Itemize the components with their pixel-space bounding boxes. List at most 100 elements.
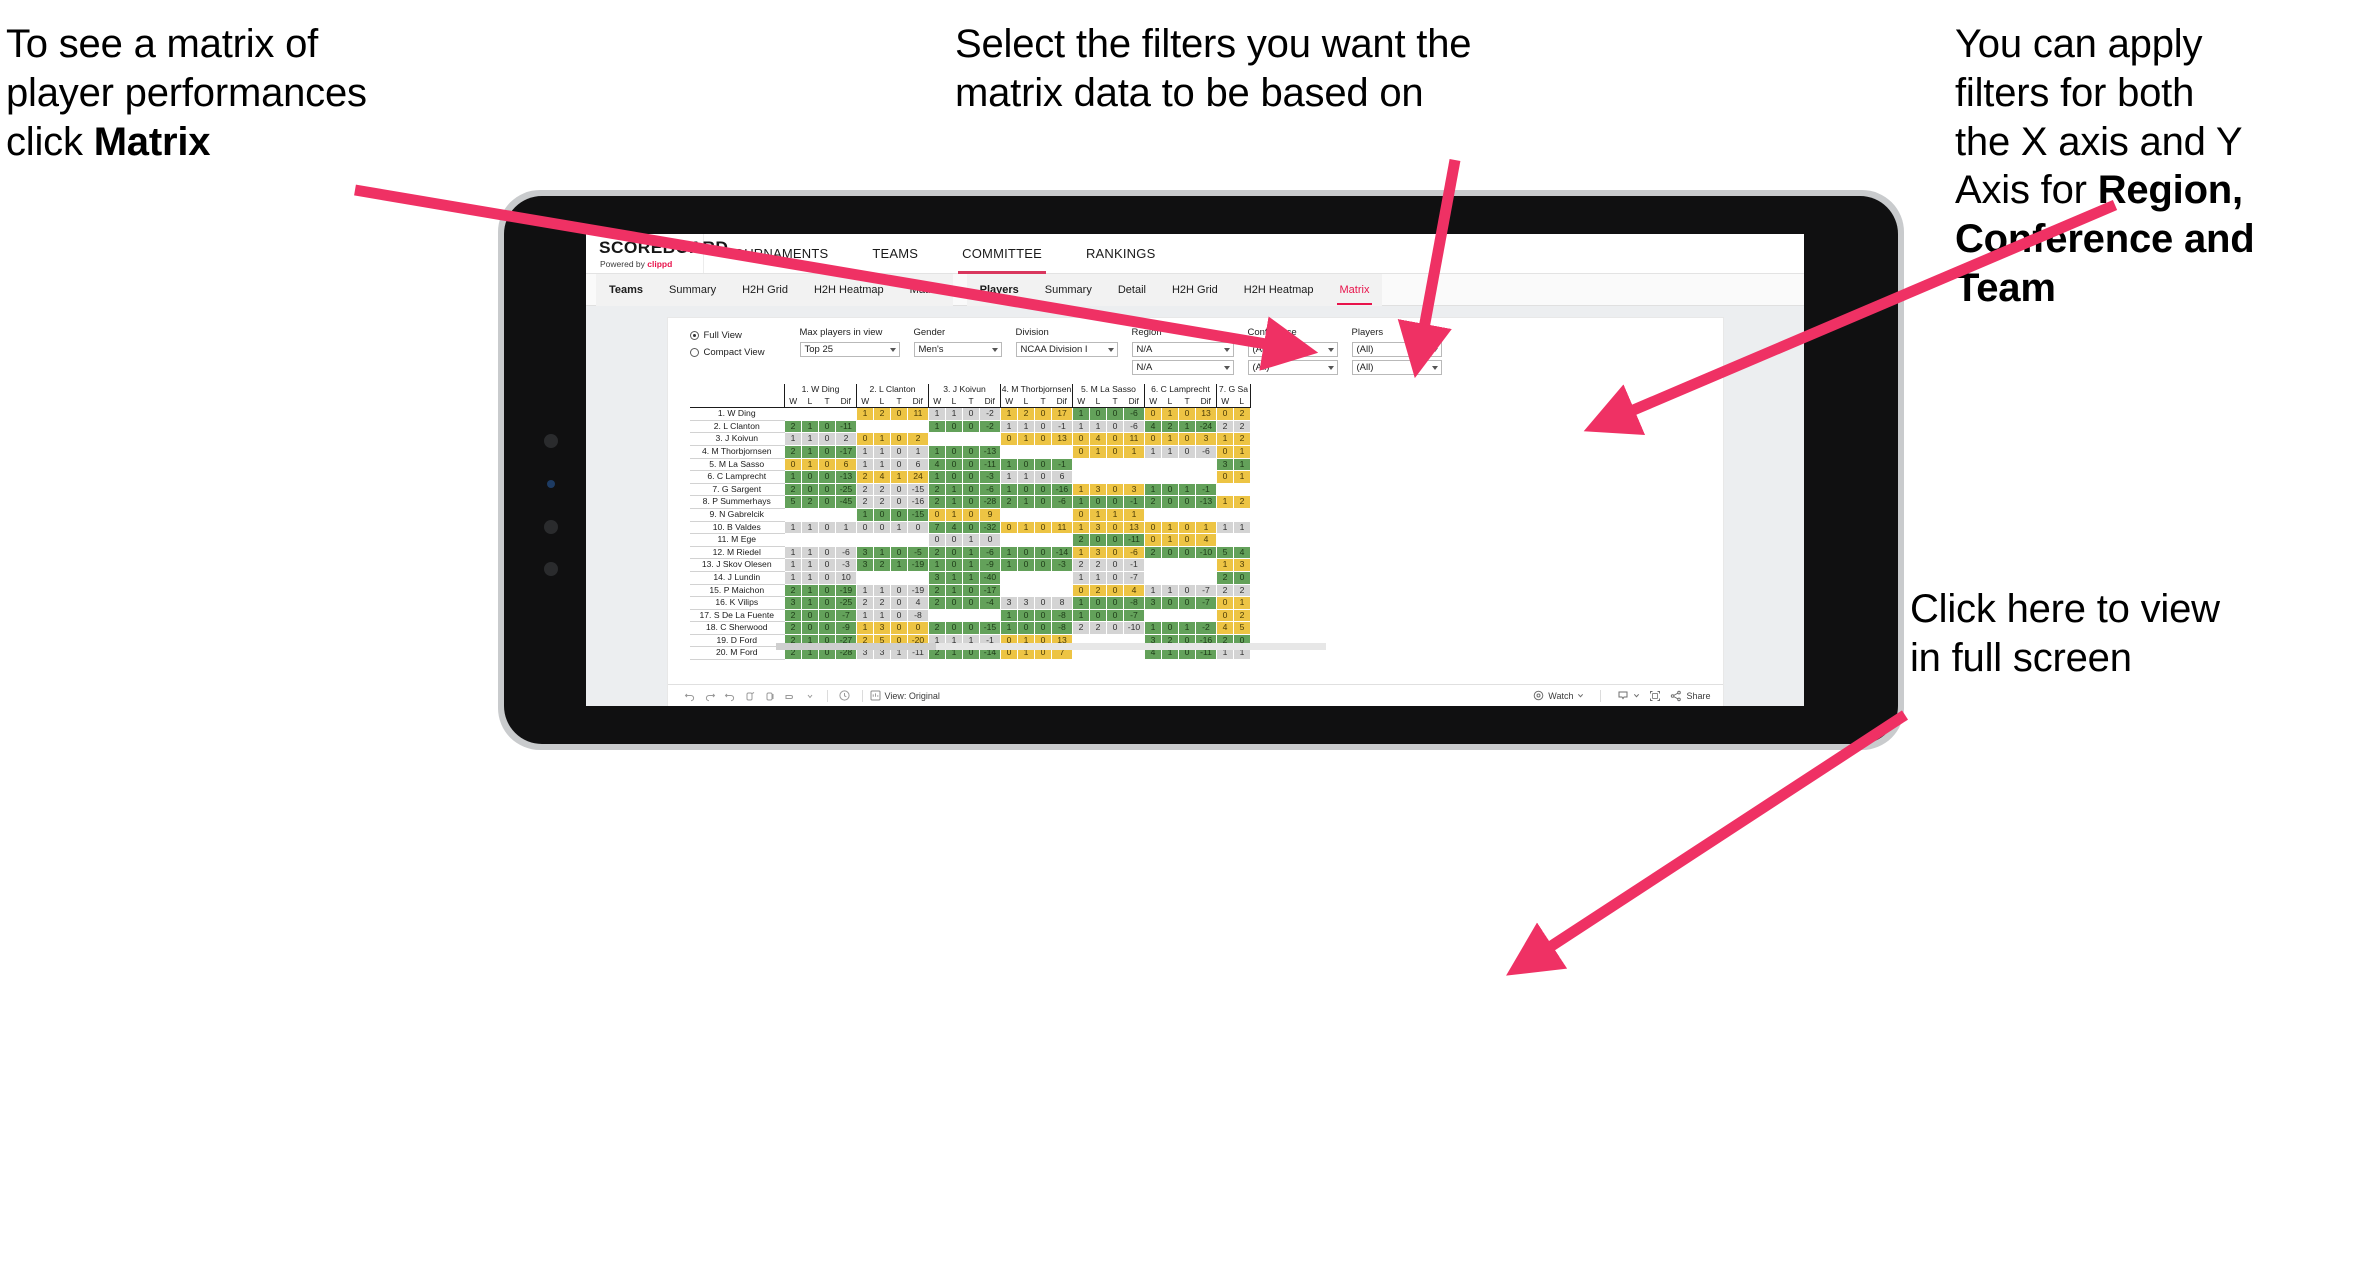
matrix-cell[interactable] <box>835 507 857 522</box>
matrix-cell[interactable]: 0 <box>818 457 836 472</box>
matrix-cell[interactable]: 0 <box>818 621 836 635</box>
matrix-cell[interactable]: 4 <box>1216 621 1234 635</box>
matrix-cell[interactable]: 0 <box>907 520 929 535</box>
matrix-cell[interactable]: 3 <box>873 621 891 635</box>
matrix-cell[interactable]: 0 <box>1017 457 1035 472</box>
matrix-cell[interactable]: 2 <box>873 596 891 610</box>
matrix-cell[interactable]: 1 <box>1072 596 1090 610</box>
radio-full-view[interactable]: Full View <box>689 328 786 343</box>
matrix-cell[interactable]: 1 <box>801 520 819 535</box>
matrix-cell[interactable]: 2 <box>1233 419 1251 434</box>
matrix-cell[interactable]: 0 <box>945 558 963 572</box>
matrix-cell[interactable]: -10 <box>1123 621 1145 635</box>
matrix-cell[interactable]: 17 <box>1051 407 1073 421</box>
matrix-cell[interactable] <box>1161 507 1179 522</box>
matrix-cell[interactable]: 2 <box>856 596 874 610</box>
tab-players-detail[interactable]: Detail <box>1105 274 1159 306</box>
matrix-cell[interactable]: 0 <box>1144 533 1162 547</box>
matrix-cell[interactable]: 0 <box>1161 596 1179 610</box>
matrix-cell[interactable] <box>1216 533 1234 547</box>
matrix-cell[interactable]: -40 <box>979 570 1001 585</box>
matrix-cell[interactable]: 1 <box>1017 419 1035 434</box>
matrix-cell[interactable]: 1 <box>928 470 946 484</box>
matrix-cell[interactable] <box>1017 570 1035 585</box>
matrix-cell[interactable] <box>1000 444 1018 459</box>
matrix-cell[interactable]: 3 <box>1089 545 1107 560</box>
filter-conference-y-select[interactable]: (All) <box>1247 360 1338 375</box>
matrix-cell[interactable]: 0 <box>1216 444 1234 459</box>
matrix-cell[interactable]: 0 <box>1106 407 1124 421</box>
matrix-cell[interactable]: 1 <box>1233 457 1251 472</box>
matrix-cell[interactable]: -16 <box>907 495 929 509</box>
table-row[interactable]: 15. P Maichon 2 1 0 -19 1 1 0 -19 2 1 0 -17 0 2 0 4 1 1 0 -7… <box>689 583 1251 598</box>
matrix-cell[interactable]: 1 <box>1017 470 1035 484</box>
matrix-cell[interactable]: -7 <box>1123 608 1145 623</box>
matrix-cell[interactable]: 3 <box>1089 482 1107 497</box>
matrix-cell[interactable]: 1 <box>890 520 908 535</box>
matrix-cell[interactable]: 1 <box>873 432 891 446</box>
watch-button[interactable]: Watch <box>1533 690 1584 701</box>
matrix-cell[interactable]: 0 <box>1017 558 1035 572</box>
matrix-cell[interactable]: -6 <box>835 545 857 560</box>
matrix-cell[interactable]: 0 <box>928 507 946 522</box>
matrix-cell[interactable]: 1 <box>1233 444 1251 459</box>
table-row[interactable]: 1. W Ding 1 2 0 11 1 1 0 -2 1 2 0 17 1 0 0 -6 0 1 0 13 0 2 <box>689 407 1251 421</box>
matrix-cell[interactable]: -15 <box>907 482 929 497</box>
matrix-cell[interactable]: -8 <box>1123 596 1145 610</box>
matrix-cell[interactable] <box>928 432 946 446</box>
matrix-cell[interactable] <box>1034 583 1052 598</box>
matrix-cell[interactable]: 1 <box>801 432 819 446</box>
matrix-cell[interactable]: 1 <box>1072 608 1090 623</box>
matrix-cell[interactable]: 0 <box>1216 596 1234 610</box>
matrix-cell[interactable]: -4 <box>979 596 1001 610</box>
matrix-cell[interactable]: 1 <box>801 583 819 598</box>
matrix-cell[interactable]: 1 <box>1000 407 1018 421</box>
matrix-cell[interactable]: 3 <box>784 596 802 610</box>
matrix-cell[interactable] <box>1178 470 1196 484</box>
table-row[interactable]: 6. C Lamprecht 1 0 0 -13 2 4 1 24 1 0 0 -3 1 1 0 6 0 1 <box>689 470 1251 484</box>
matrix-cell[interactable]: 0 <box>1216 470 1234 484</box>
matrix-cell[interactable]: 0 <box>1072 444 1090 459</box>
matrix-cell[interactable]: 0 <box>818 419 836 434</box>
matrix-cell[interactable] <box>1195 570 1217 585</box>
matrix-cell[interactable]: 1 <box>1072 407 1090 421</box>
filter-gender-select[interactable]: Men's <box>913 342 1002 357</box>
matrix-cell[interactable]: 1 <box>945 507 963 522</box>
tab-players-h2h-heatmap[interactable]: H2H Heatmap <box>1231 274 1327 306</box>
matrix-cell[interactable] <box>1144 470 1162 484</box>
matrix-cell[interactable] <box>890 533 908 547</box>
matrix-cell[interactable] <box>801 407 819 421</box>
matrix-cell[interactable] <box>835 407 857 421</box>
matrix-cell[interactable]: 13 <box>1051 432 1073 446</box>
matrix-cell[interactable]: 1 <box>784 520 802 535</box>
matrix-cell[interactable]: 1 <box>856 621 874 635</box>
matrix-cell[interactable] <box>1123 457 1145 472</box>
matrix-cell[interactable] <box>856 419 874 434</box>
matrix-cell[interactable]: 0 <box>945 621 963 635</box>
matrix-cell[interactable]: 1 <box>1178 419 1196 434</box>
matrix-cell[interactable]: 1 <box>784 432 802 446</box>
matrix-cell[interactable]: 0 <box>1178 495 1196 509</box>
table-row[interactable]: 11. M Ege 0 0 1 0 2 0 0 -11 0 1 0 4 <box>689 533 1251 547</box>
matrix-cell[interactable] <box>1000 583 1018 598</box>
matrix-cell[interactable]: -28 <box>979 495 1001 509</box>
matrix-cell[interactable] <box>1000 533 1018 547</box>
matrix-cell[interactable]: 2 <box>1144 545 1162 560</box>
matrix-cell[interactable]: -6 <box>1051 495 1073 509</box>
tab-players[interactable]: Players <box>967 274 1032 306</box>
matrix-cell[interactable]: 1 <box>1089 444 1107 459</box>
matrix-cell[interactable]: 1 <box>962 558 980 572</box>
matrix-cell[interactable]: 1 <box>873 457 891 472</box>
matrix-cell[interactable]: 1 <box>1178 482 1196 497</box>
matrix-cell[interactable]: -11 <box>835 419 857 434</box>
matrix-cell[interactable]: -25 <box>835 596 857 610</box>
matrix-cell[interactable]: 0 <box>1089 533 1107 547</box>
matrix-cell[interactable]: 0 <box>1106 583 1124 598</box>
matrix-cell[interactable]: 1 <box>856 444 874 459</box>
matrix-cell[interactable]: -6 <box>979 482 1001 497</box>
matrix-cell[interactable]: 0 <box>1144 407 1162 421</box>
matrix-cell[interactable] <box>1161 457 1179 472</box>
filter-region-y-select[interactable]: N/A <box>1131 360 1234 375</box>
matrix-cell[interactable] <box>873 533 891 547</box>
matrix-cell[interactable]: 0 <box>801 608 819 623</box>
